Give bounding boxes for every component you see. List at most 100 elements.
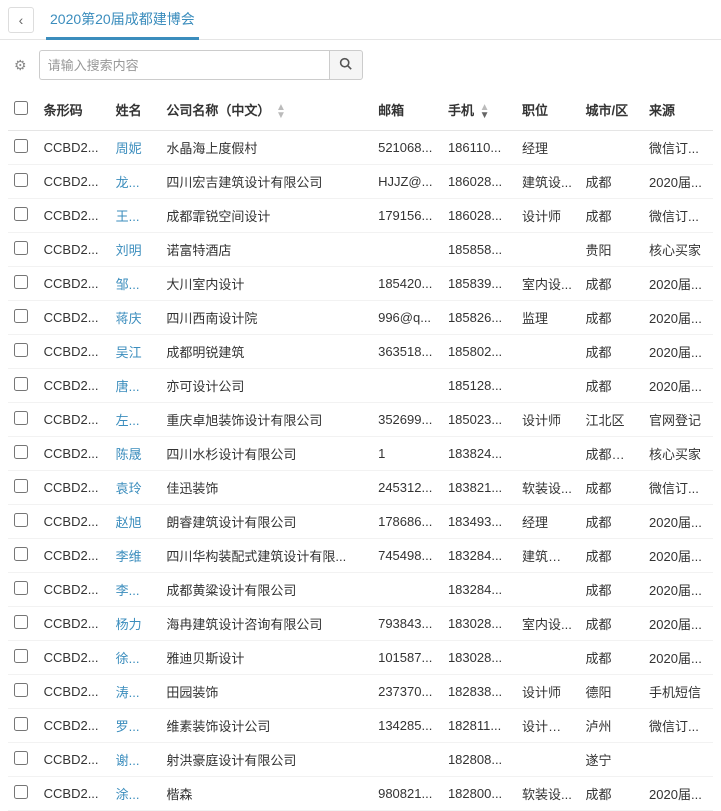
table-row[interactable]: CCBD2...陈晟四川水杉设计有限公司1183824...成都郫县核心买家 [8, 436, 713, 470]
cell-job: 经理 [516, 504, 580, 538]
row-checkbox[interactable] [14, 445, 28, 459]
table-row[interactable]: CCBD2...谢...射洪豪庭设计有限公司182808...遂宁 [8, 742, 713, 776]
cell-phone: 183821... [442, 470, 516, 504]
row-checkbox[interactable] [14, 207, 28, 221]
cell-job [516, 640, 580, 674]
row-checkbox[interactable] [14, 377, 28, 391]
cell-name[interactable]: 李维 [110, 538, 161, 572]
col-header-name[interactable]: 姓名 [110, 90, 161, 130]
cell-city: 德阳 [580, 674, 644, 708]
table-row[interactable]: CCBD2...周妮水晶海上度假村521068...186110...经理微信订… [8, 130, 713, 164]
table-row[interactable]: CCBD2...王...成都霏锐空间设计179156...186028...设计… [8, 198, 713, 232]
cell-phone: 183493... [442, 504, 516, 538]
cell-company: 四川华构装配式建筑设计有限... [160, 538, 372, 572]
table-row[interactable]: CCBD2...徐...雅迪贝斯设计101587...183028...成都20… [8, 640, 713, 674]
table-row[interactable]: CCBD2...涛...田园装饰237370...182838...设计师德阳手… [8, 674, 713, 708]
cell-company: 成都明锐建筑 [160, 334, 372, 368]
cell-name[interactable]: 罗... [110, 708, 161, 742]
table-row[interactable]: CCBD2...赵旭朗睿建筑设计有限公司178686...183493...经理… [8, 504, 713, 538]
col-header-source[interactable]: 来源 [643, 90, 713, 130]
col-header-barcode[interactable]: 条形码 [38, 90, 110, 130]
cell-city: 成都 [580, 504, 644, 538]
table-row[interactable]: CCBD2...唐...亦可设计公司185128...成都2020届... [8, 368, 713, 402]
gear-icon[interactable]: ⚙ [14, 57, 27, 74]
row-checkbox[interactable] [14, 479, 28, 493]
cell-name[interactable]: 龙... [110, 164, 161, 198]
cell-name[interactable]: 涛... [110, 674, 161, 708]
cell-email: 996@q... [372, 300, 442, 334]
cell-name[interactable]: 袁玲 [110, 470, 161, 504]
cell-barcode: CCBD2... [38, 606, 110, 640]
cell-email: 185420... [372, 266, 442, 300]
cell-phone: 182800... [442, 776, 516, 810]
table-row[interactable]: CCBD2...李维四川华构装配式建筑设计有限...745498...18328… [8, 538, 713, 572]
cell-name[interactable]: 蒋庆 [110, 300, 161, 334]
cell-name[interactable]: 赵旭 [110, 504, 161, 538]
cell-name[interactable]: 唐... [110, 368, 161, 402]
cell-name[interactable]: 左... [110, 402, 161, 436]
cell-job [516, 436, 580, 470]
row-checkbox[interactable] [14, 513, 28, 527]
table-row[interactable]: CCBD2...左...重庆卓旭装饰设计有限公司352699...185023.… [8, 402, 713, 436]
cell-barcode: CCBD2... [38, 130, 110, 164]
cell-city: 遂宁 [580, 742, 644, 776]
col-header-city[interactable]: 城市/区 [580, 90, 644, 130]
cell-name[interactable]: 周妮 [110, 130, 161, 164]
cell-name[interactable]: 李... [110, 572, 161, 606]
table-row[interactable]: CCBD2...蒋庆四川西南设计院996@q...185826...监理成都20… [8, 300, 713, 334]
cell-email: HJJZ@... [372, 164, 442, 198]
table-row[interactable]: CCBD2...吴江成都明锐建筑363518...185802...成都2020… [8, 334, 713, 368]
row-checkbox[interactable] [14, 683, 28, 697]
col-header-phone[interactable]: 手机 ▲▼ [442, 90, 516, 130]
cell-source: 2020届... [643, 538, 713, 572]
row-checkbox[interactable] [14, 615, 28, 629]
table-row[interactable]: CCBD2...涂...楷森980821...182800...软装设...成都… [8, 776, 713, 810]
cell-name[interactable]: 杨力 [110, 606, 161, 640]
cell-name[interactable]: 涂... [110, 776, 161, 810]
cell-name[interactable]: 刘明 [110, 232, 161, 266]
cell-name[interactable]: 谢... [110, 742, 161, 776]
cell-barcode: CCBD2... [38, 436, 110, 470]
table-row[interactable]: CCBD2...李...成都黄粱设计有限公司183284...成都2020届..… [8, 572, 713, 606]
row-checkbox[interactable] [14, 581, 28, 595]
cell-company: 射洪豪庭设计有限公司 [160, 742, 372, 776]
row-checkbox[interactable] [14, 717, 28, 731]
page-title: 2020第20届成都建博会 [46, 0, 199, 40]
back-button[interactable]: ‹ [8, 7, 34, 33]
cell-email: 237370... [372, 674, 442, 708]
row-checkbox[interactable] [14, 785, 28, 799]
cell-email: 178686... [372, 504, 442, 538]
table-row[interactable]: CCBD2...刘明诺富特酒店185858...贵阳核心买家 [8, 232, 713, 266]
search-input[interactable] [39, 50, 329, 80]
cell-name[interactable]: 邹... [110, 266, 161, 300]
row-checkbox[interactable] [14, 241, 28, 255]
row-checkbox[interactable] [14, 751, 28, 765]
row-checkbox[interactable] [14, 275, 28, 289]
search-button[interactable] [329, 50, 363, 80]
select-all-checkbox[interactable] [14, 101, 28, 115]
col-header-email[interactable]: 邮箱 [372, 90, 442, 130]
table-row[interactable]: CCBD2...罗...维素装饰设计公司134285...182811...设计… [8, 708, 713, 742]
row-checkbox[interactable] [14, 547, 28, 561]
row-checkbox[interactable] [14, 309, 28, 323]
cell-name[interactable]: 吴江 [110, 334, 161, 368]
row-checkbox[interactable] [14, 649, 28, 663]
table-row[interactable]: CCBD2...邹...大川室内设计185420...185839...室内设.… [8, 266, 713, 300]
row-checkbox[interactable] [14, 139, 28, 153]
cell-barcode: CCBD2... [38, 300, 110, 334]
cell-job [516, 232, 580, 266]
table-row[interactable]: CCBD2...袁玲佳迅装饰245312...183821...软装设...成都… [8, 470, 713, 504]
table-row[interactable]: CCBD2...龙...四川宏吉建筑设计有限公司HJJZ@...186028..… [8, 164, 713, 198]
col-header-company[interactable]: 公司名称（中文） ▲▼ [160, 90, 372, 130]
cell-source [643, 742, 713, 776]
row-checkbox[interactable] [14, 411, 28, 425]
row-checkbox[interactable] [14, 343, 28, 357]
cell-name[interactable]: 陈晟 [110, 436, 161, 470]
table-row[interactable]: CCBD2...杨力海冉建筑设计咨询有限公司793843...183028...… [8, 606, 713, 640]
col-header-job[interactable]: 职位 [516, 90, 580, 130]
row-checkbox[interactable] [14, 173, 28, 187]
cell-email: 134285... [372, 708, 442, 742]
cell-barcode: CCBD2... [38, 266, 110, 300]
cell-name[interactable]: 徐... [110, 640, 161, 674]
cell-name[interactable]: 王... [110, 198, 161, 232]
